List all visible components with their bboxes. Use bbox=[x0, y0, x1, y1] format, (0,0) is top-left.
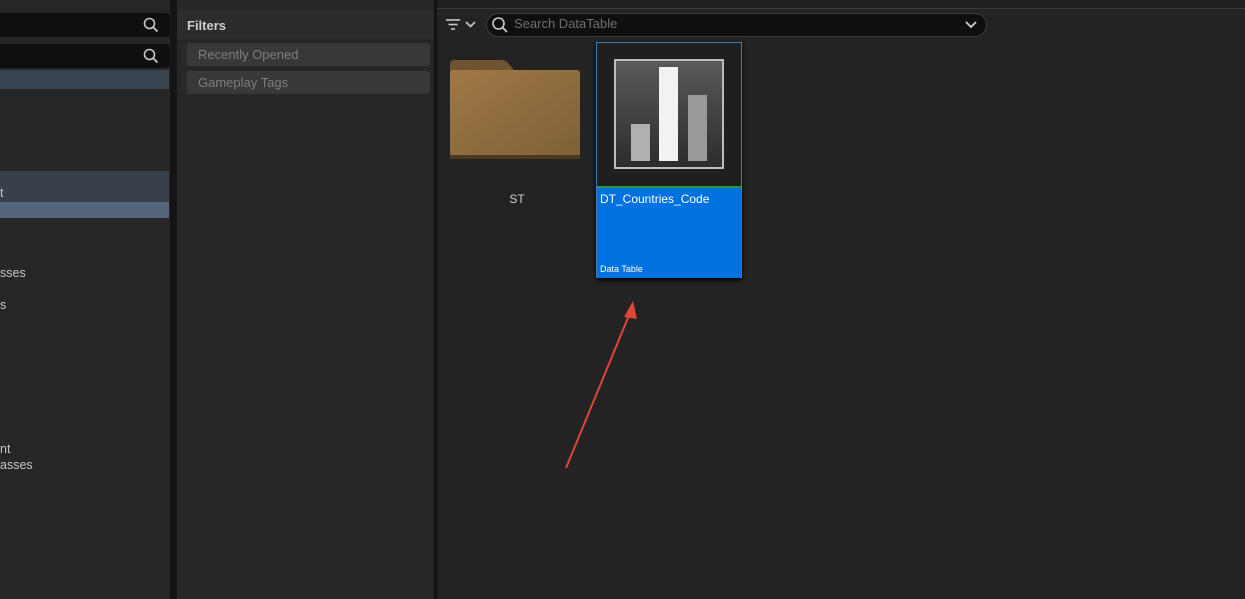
asset-name: ST bbox=[509, 192, 525, 206]
chevron-down-icon bbox=[465, 21, 476, 28]
folder-tile-st[interactable] bbox=[446, 42, 588, 217]
tree-search-bar-1[interactable] bbox=[0, 13, 170, 37]
content-tree-panel bbox=[0, 0, 170, 599]
filter-gameplay-tags[interactable]: Gameplay Tags bbox=[182, 71, 430, 94]
filter-label: Gameplay Tags bbox=[198, 75, 289, 90]
data-table-icon bbox=[614, 59, 724, 169]
chevron-down-icon[interactable] bbox=[964, 18, 978, 37]
asset-thumbnail bbox=[597, 43, 741, 185]
search-placeholder: Search DataTable bbox=[514, 16, 618, 31]
filter-icon bbox=[446, 19, 460, 30]
folder-icon bbox=[450, 60, 580, 159]
tree-item-label[interactable]: s bbox=[0, 298, 6, 312]
tree-row-highlight[interactable] bbox=[0, 70, 169, 89]
asset-type-label: Data Table bbox=[600, 264, 643, 274]
search-icon[interactable] bbox=[143, 48, 159, 69]
tree-item-label[interactable]: sses bbox=[0, 266, 26, 280]
content-top-strip bbox=[437, 0, 1245, 9]
filter-color-stripe bbox=[182, 43, 187, 66]
filter-label: Recently Opened bbox=[198, 47, 299, 62]
filter-dropdown-button[interactable] bbox=[442, 13, 480, 37]
tree-search-bar-2[interactable] bbox=[0, 44, 170, 68]
filter-recently-opened[interactable]: Recently Opened bbox=[182, 43, 430, 66]
filters-title: Filters bbox=[187, 18, 227, 33]
search-icon bbox=[491, 16, 509, 39]
tree-item-label[interactable]: nt bbox=[0, 442, 10, 456]
annotation-arrow-icon bbox=[560, 295, 650, 480]
panel-splitter[interactable] bbox=[170, 0, 177, 599]
search-icon[interactable] bbox=[143, 17, 159, 38]
asset-name: DT_Countries_Code bbox=[600, 192, 710, 206]
tree-item-label[interactable]: asses bbox=[0, 458, 33, 472]
filter-color-stripe bbox=[182, 71, 187, 94]
tree-row-selected[interactable] bbox=[0, 171, 169, 202]
tree-row-active[interactable] bbox=[0, 202, 169, 218]
tree-item-label[interactable]: t bbox=[0, 186, 3, 200]
